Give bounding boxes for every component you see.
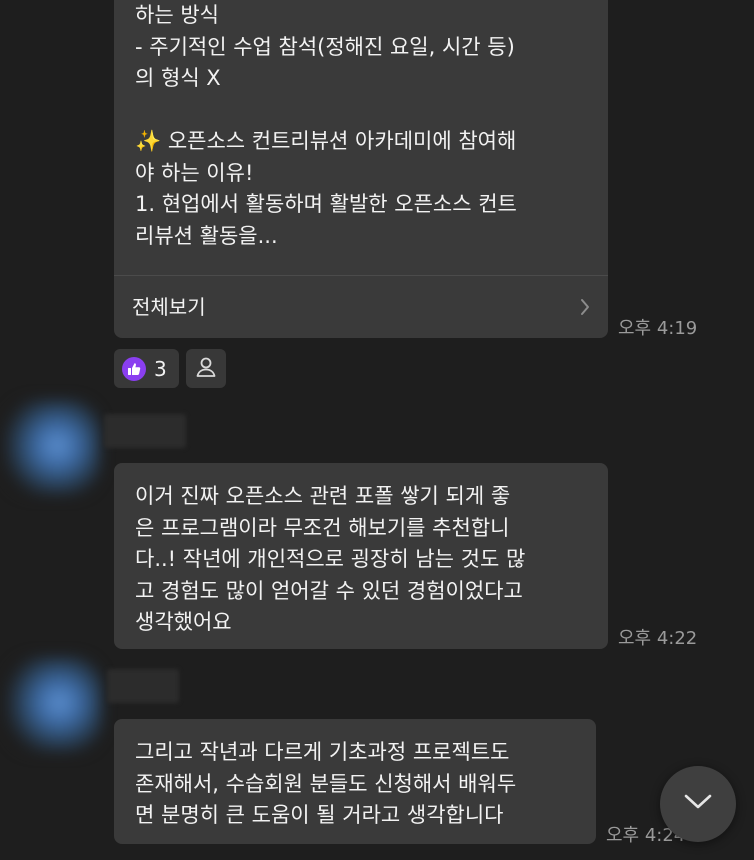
avatar[interactable] (7, 657, 102, 752)
message-bubble-1[interactable]: 하는 방식 - 주기적인 수업 참석(정해진 요일, 시간 등) 의 형식 X … (114, 0, 608, 338)
thumbs-up-icon (122, 356, 146, 381)
like-count: 3 (154, 356, 167, 381)
chevron-down-icon (683, 793, 713, 815)
message-text: 그리고 작년과 다르게 기초과정 프로젝트도 존재해서, 수습회원 분들도 신청… (135, 740, 517, 827)
sender-name (104, 414, 186, 448)
add-reaction-button[interactable] (185, 349, 226, 388)
message-text: 하는 방식 - 주기적인 수업 참석(정해진 요일, 시간 등) 의 형식 X … (135, 3, 517, 248)
chevron-right-icon (580, 298, 590, 316)
avatar[interactable] (5, 400, 100, 495)
message-bubble-3[interactable]: 그리고 작년과 다르게 기초과정 프로젝트도 존재해서, 수습회원 분들도 신청… (114, 719, 596, 844)
scroll-down-button[interactable] (660, 766, 736, 842)
view-all-button[interactable]: 전체보기 (114, 276, 608, 338)
reaction-bar: 3 (114, 349, 226, 388)
view-all-label: 전체보기 (132, 295, 206, 319)
message-timestamp: 오후 4:19 (618, 318, 698, 339)
message-text: 이거 진짜 오픈소스 관련 포폴 쌓기 되게 좋 은 프로그램이라 무조건 해보… (135, 484, 526, 634)
message-bubble-2[interactable]: 이거 진짜 오픈소스 관련 포폴 쌓기 되게 좋 은 프로그램이라 무조건 해보… (114, 463, 608, 649)
like-reaction-chip[interactable]: 3 (114, 349, 179, 388)
message-timestamp: 오후 4:22 (618, 628, 698, 649)
sender-name (107, 669, 179, 703)
person-icon (194, 355, 218, 383)
